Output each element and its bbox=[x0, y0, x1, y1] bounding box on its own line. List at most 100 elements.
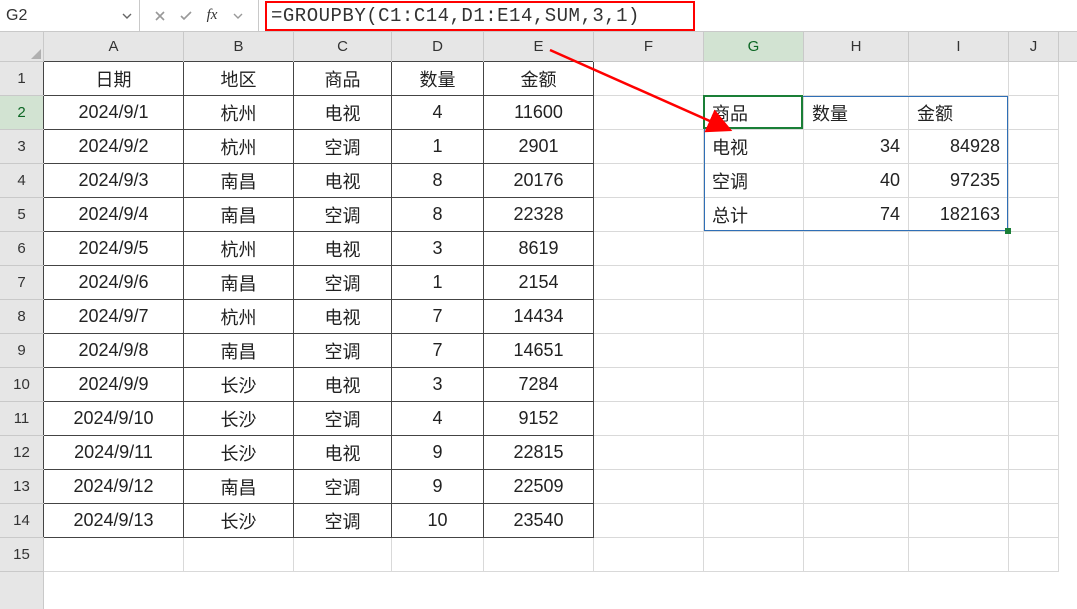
cell-A12[interactable]: 2024/9/11 bbox=[44, 436, 184, 470]
cell-H8[interactable] bbox=[804, 300, 909, 334]
cell-A7[interactable]: 2024/9/6 bbox=[44, 266, 184, 300]
col-header-F[interactable]: F bbox=[594, 32, 704, 61]
cell-H9[interactable] bbox=[804, 334, 909, 368]
cell-J4[interactable] bbox=[1009, 164, 1059, 198]
row-header-3[interactable]: 3 bbox=[0, 130, 43, 164]
enter-icon[interactable] bbox=[174, 4, 198, 28]
cell-H1[interactable] bbox=[804, 62, 909, 96]
cell-J12[interactable] bbox=[1009, 436, 1059, 470]
cell-C12[interactable]: 电视 bbox=[294, 436, 392, 470]
cell-A15[interactable] bbox=[44, 538, 184, 572]
cell-H7[interactable] bbox=[804, 266, 909, 300]
cell-F10[interactable] bbox=[594, 368, 704, 402]
cell-D10[interactable]: 3 bbox=[392, 368, 484, 402]
cell-G9[interactable] bbox=[704, 334, 804, 368]
cell-F9[interactable] bbox=[594, 334, 704, 368]
cell-I3[interactable]: 84928 bbox=[909, 130, 1009, 164]
cell-A3[interactable]: 2024/9/2 bbox=[44, 130, 184, 164]
row-header-10[interactable]: 10 bbox=[0, 368, 43, 402]
cell-D11[interactable]: 4 bbox=[392, 402, 484, 436]
cell-I10[interactable] bbox=[909, 368, 1009, 402]
row-header-8[interactable]: 8 bbox=[0, 300, 43, 334]
cell-G5[interactable]: 总计 bbox=[704, 198, 804, 232]
cell-A9[interactable]: 2024/9/8 bbox=[44, 334, 184, 368]
cell-A11[interactable]: 2024/9/10 bbox=[44, 402, 184, 436]
name-box-dropdown-icon[interactable] bbox=[120, 9, 133, 23]
cell-E15[interactable] bbox=[484, 538, 594, 572]
cell-F4[interactable] bbox=[594, 164, 704, 198]
cell-B15[interactable] bbox=[184, 538, 294, 572]
cell-B8[interactable]: 杭州 bbox=[184, 300, 294, 334]
cell-G2[interactable]: 商品 bbox=[704, 96, 804, 130]
cell-A10[interactable]: 2024/9/9 bbox=[44, 368, 184, 402]
cell-B11[interactable]: 长沙 bbox=[184, 402, 294, 436]
cell-D1[interactable]: 数量 bbox=[392, 62, 484, 96]
cell-B13[interactable]: 南昌 bbox=[184, 470, 294, 504]
cell-E1[interactable]: 金额 bbox=[484, 62, 594, 96]
cell-E5[interactable]: 22328 bbox=[484, 198, 594, 232]
cell-D3[interactable]: 1 bbox=[392, 130, 484, 164]
cell-D15[interactable] bbox=[392, 538, 484, 572]
cell-I9[interactable] bbox=[909, 334, 1009, 368]
cell-F2[interactable] bbox=[594, 96, 704, 130]
cell-G1[interactable] bbox=[704, 62, 804, 96]
cell-J3[interactable] bbox=[1009, 130, 1059, 164]
cell-G3[interactable]: 电视 bbox=[704, 130, 804, 164]
cell-H12[interactable] bbox=[804, 436, 909, 470]
cell-J2[interactable] bbox=[1009, 96, 1059, 130]
cell-J9[interactable] bbox=[1009, 334, 1059, 368]
col-header-D[interactable]: D bbox=[392, 32, 484, 61]
cell-E13[interactable]: 22509 bbox=[484, 470, 594, 504]
cell-B10[interactable]: 长沙 bbox=[184, 368, 294, 402]
cell-C13[interactable]: 空调 bbox=[294, 470, 392, 504]
cells-grid[interactable]: 日期地区商品数量金额2024/9/1杭州电视411600商品数量金额2024/9… bbox=[44, 62, 1077, 609]
cell-C7[interactable]: 空调 bbox=[294, 266, 392, 300]
cell-H5[interactable]: 74 bbox=[804, 198, 909, 232]
cell-H3[interactable]: 34 bbox=[804, 130, 909, 164]
cell-E10[interactable]: 7284 bbox=[484, 368, 594, 402]
cell-I8[interactable] bbox=[909, 300, 1009, 334]
cell-B12[interactable]: 长沙 bbox=[184, 436, 294, 470]
cell-G12[interactable] bbox=[704, 436, 804, 470]
cell-C5[interactable]: 空调 bbox=[294, 198, 392, 232]
cell-D6[interactable]: 3 bbox=[392, 232, 484, 266]
cell-I13[interactable] bbox=[909, 470, 1009, 504]
cell-G15[interactable] bbox=[704, 538, 804, 572]
cell-B6[interactable]: 杭州 bbox=[184, 232, 294, 266]
cell-H6[interactable] bbox=[804, 232, 909, 266]
cell-A13[interactable]: 2024/9/12 bbox=[44, 470, 184, 504]
cell-C11[interactable]: 空调 bbox=[294, 402, 392, 436]
cell-F8[interactable] bbox=[594, 300, 704, 334]
cell-I11[interactable] bbox=[909, 402, 1009, 436]
cell-A8[interactable]: 2024/9/7 bbox=[44, 300, 184, 334]
cell-A6[interactable]: 2024/9/5 bbox=[44, 232, 184, 266]
cell-D2[interactable]: 4 bbox=[392, 96, 484, 130]
col-header-A[interactable]: A bbox=[44, 32, 184, 61]
cell-G6[interactable] bbox=[704, 232, 804, 266]
cell-A2[interactable]: 2024/9/1 bbox=[44, 96, 184, 130]
cell-D14[interactable]: 10 bbox=[392, 504, 484, 538]
cancel-icon[interactable] bbox=[148, 4, 172, 28]
cell-A14[interactable]: 2024/9/13 bbox=[44, 504, 184, 538]
cell-H4[interactable]: 40 bbox=[804, 164, 909, 198]
formula-input[interactable] bbox=[259, 5, 1077, 27]
row-header-5[interactable]: 5 bbox=[0, 198, 43, 232]
cell-E8[interactable]: 14434 bbox=[484, 300, 594, 334]
cell-B2[interactable]: 杭州 bbox=[184, 96, 294, 130]
cell-D7[interactable]: 1 bbox=[392, 266, 484, 300]
cell-D5[interactable]: 8 bbox=[392, 198, 484, 232]
cell-H15[interactable] bbox=[804, 538, 909, 572]
cell-E9[interactable]: 14651 bbox=[484, 334, 594, 368]
cell-J15[interactable] bbox=[1009, 538, 1059, 572]
row-header-14[interactable]: 14 bbox=[0, 504, 43, 538]
cell-E12[interactable]: 22815 bbox=[484, 436, 594, 470]
cell-G8[interactable] bbox=[704, 300, 804, 334]
row-header-11[interactable]: 11 bbox=[0, 402, 43, 436]
fx-icon[interactable]: fx bbox=[200, 4, 224, 28]
cell-H10[interactable] bbox=[804, 368, 909, 402]
cell-I15[interactable] bbox=[909, 538, 1009, 572]
cell-J1[interactable] bbox=[1009, 62, 1059, 96]
cell-C6[interactable]: 电视 bbox=[294, 232, 392, 266]
cell-H13[interactable] bbox=[804, 470, 909, 504]
cell-C9[interactable]: 空调 bbox=[294, 334, 392, 368]
